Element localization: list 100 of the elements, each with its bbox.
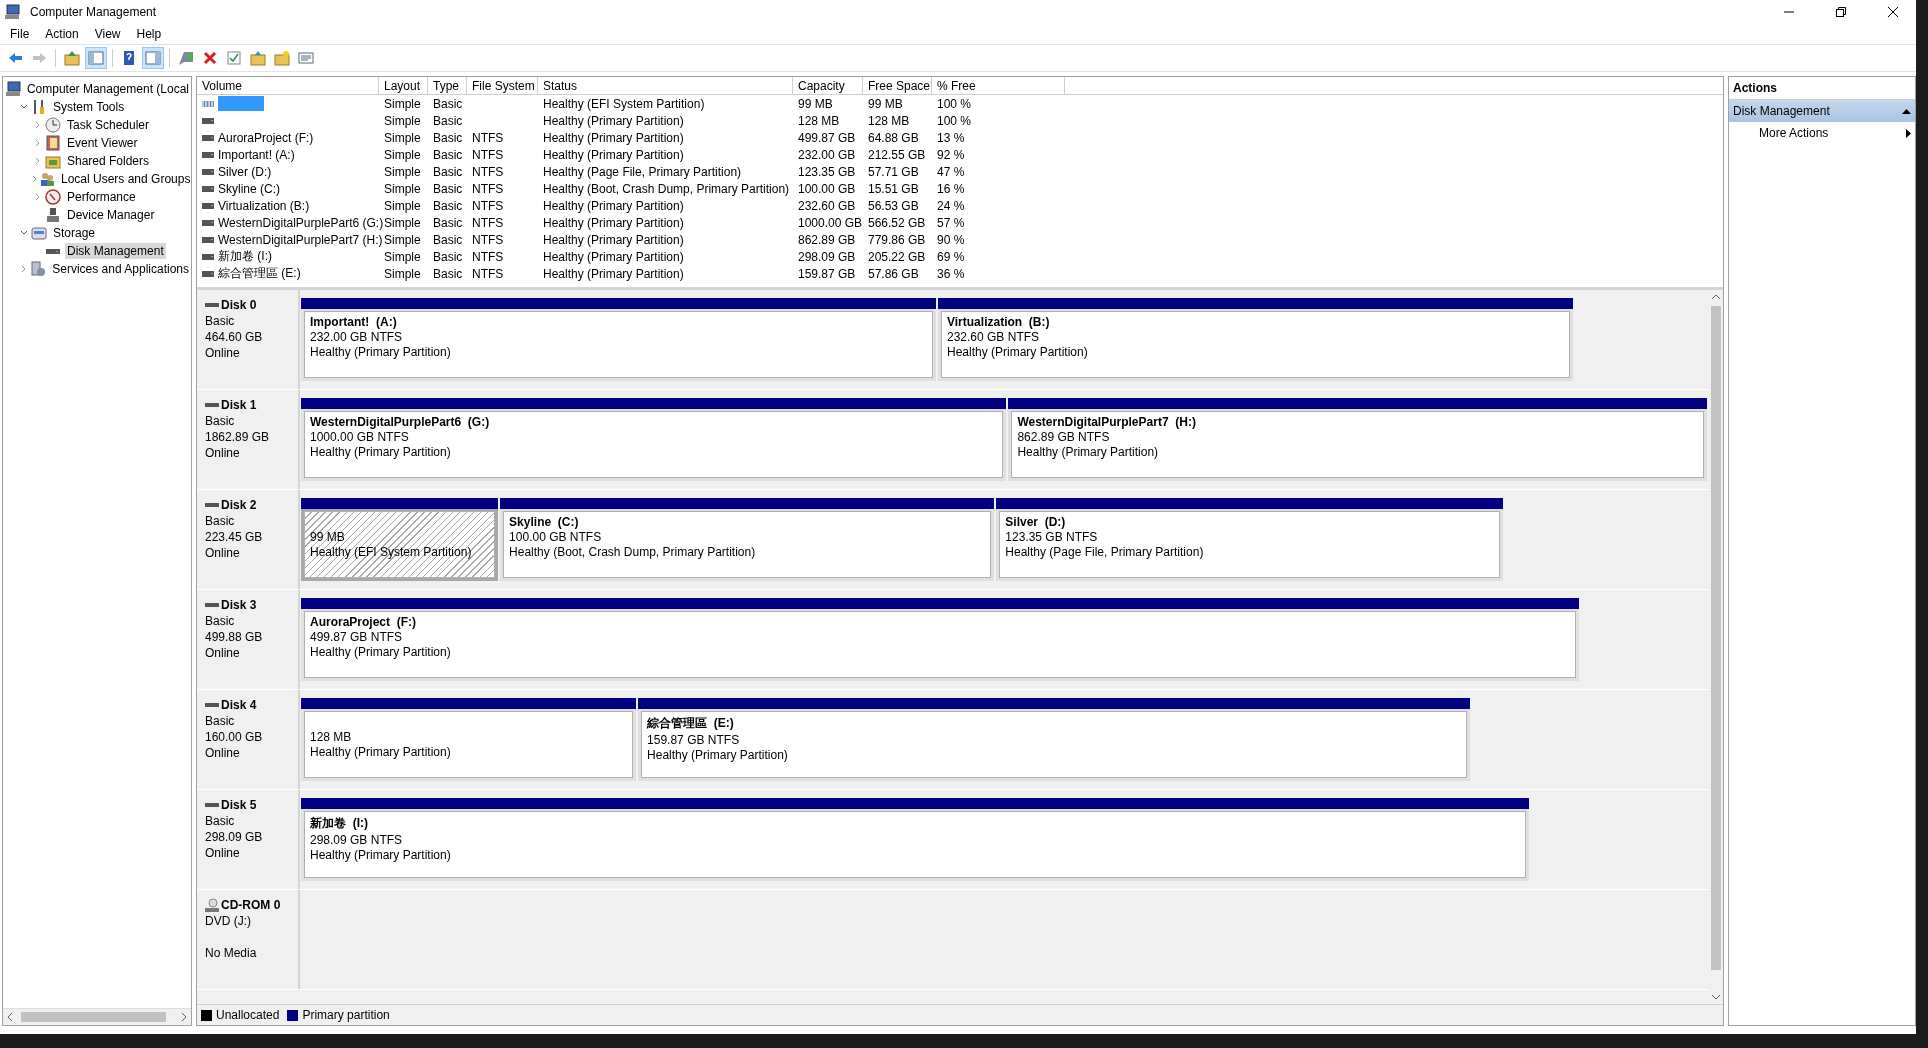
table-cell: NTFS [472, 164, 504, 179]
tree-item[interactable]: Task Scheduler [65, 117, 152, 133]
partition-size: 159.87 GB NTFS [647, 733, 741, 747]
tree-item[interactable]: Disk Management [65, 243, 166, 259]
tree-item[interactable]: Local Users and Groups [59, 171, 193, 187]
disk-size: 1862.89 GB [205, 430, 271, 444]
partition-block[interactable]: Skyline (C:) 100.00 GB NTFS Healthy (Boot, Crash Dump, Primary Partition) [500, 509, 995, 581]
legend-label: Primary partition [302, 1008, 390, 1022]
partition-block[interactable]: Virtualization (B:) 232.60 GB NTFS Healthy (Primary Partition) [938, 309, 1573, 381]
collapsed-chevron-icon[interactable] [34, 139, 42, 147]
partition-size: 232.00 GB NTFS [310, 330, 404, 344]
folder-up-icon [250, 50, 266, 66]
partition-block[interactable]: 綜合管理區 (E:) 159.87 GB NTFS Healthy (Primary Partition) [638, 709, 1471, 781]
disk-type: Basic [205, 314, 236, 328]
partition-block[interactable]: WesternDigitalPurplePart6 (G:) 1000.00 GB NTFS Healthy (Primary Partition) [301, 409, 1007, 481]
partition-block[interactable]: AuroraProject (F:) 499.87 GB NTFS Healthy (Primary Partition) [301, 609, 1580, 681]
tree-item[interactable]: System Tools [51, 99, 127, 115]
collapsed-chevron-icon[interactable] [34, 121, 42, 129]
table-cell: Basic [433, 113, 463, 128]
table-cell: 862.89 GB [798, 232, 856, 247]
disk-type: DVD (J:) [205, 914, 252, 928]
disk-name: Disk 4 [221, 698, 257, 712]
table-cell: 779.86 GB [868, 232, 926, 247]
table-cell: Healthy (Primary Partition) [543, 215, 684, 230]
partition-name: Virtualization (B:) [947, 315, 1050, 329]
expanded-chevron-icon[interactable] [20, 103, 28, 111]
tree-item[interactable]: Shared Folders [65, 153, 152, 169]
column-header[interactable]: Free Space [863, 77, 932, 95]
tree-item[interactable]: Services and Applications [50, 261, 191, 277]
actions-section[interactable]: Disk Management [1729, 100, 1915, 122]
table-cell: NTFS [472, 198, 504, 213]
partition-block[interactable]: Important! (A:) 232.00 GB NTFS Healthy (Primary Partition) [301, 309, 936, 381]
table-cell: Simple [384, 164, 421, 179]
column-header[interactable]: Type [428, 77, 467, 95]
partition-name: WesternDigitalPurplePart7 (H:) [1017, 415, 1196, 429]
menu-item[interactable]: Help [128, 25, 170, 43]
tree-item[interactable]: Performance [65, 189, 138, 205]
disk-name: Disk 2 [221, 498, 257, 512]
table-cell: 69 % [937, 249, 965, 264]
table-cell: 57.71 GB [868, 164, 919, 179]
partition-status: Healthy (Boot, Crash Dump, Primary Partition) [509, 545, 757, 559]
partition-block[interactable]: 新加卷 (I:) 298.09 GB NTFS Healthy (Primary Partition) [301, 809, 1529, 881]
collapse-arrow-icon [1902, 108, 1911, 114]
collapsed-chevron-icon[interactable] [34, 193, 42, 201]
disk-name: Disk 1 [221, 398, 257, 412]
expanded-chevron-icon[interactable] [20, 229, 28, 237]
disk-name: Disk 3 [221, 598, 257, 612]
scroll-up-icon[interactable] [1712, 294, 1720, 300]
collapsed-chevron-icon[interactable] [19, 265, 28, 273]
table-cell: 56.53 GB [868, 198, 919, 213]
services-icon [30, 261, 47, 277]
collapsed-chevron-icon[interactable] [31, 175, 39, 183]
computer-icon [4, 4, 20, 20]
table-cell: NTFS [472, 130, 504, 145]
tree-item[interactable]: Device Manager [65, 207, 157, 223]
partition-block[interactable]: 128 MB Healthy (Primary Partition) [301, 709, 637, 781]
column-header[interactable]: Capacity [793, 77, 863, 95]
partition-size: 123.35 GB NTFS [1005, 530, 1099, 544]
partition-block[interactable]: 99 MB Healthy (EFI System Partition) [301, 509, 499, 581]
disk-type: Basic [205, 514, 236, 528]
column-header[interactable]: Layout [379, 77, 428, 95]
partition-block[interactable]: WesternDigitalPurplePart7 (H:) 862.89 GB NTFS Healthy (Primary Partition) [1008, 409, 1707, 481]
menu-item[interactable]: Action [37, 25, 87, 43]
restore-icon [1836, 7, 1846, 17]
disk-name: Disk 0 [221, 298, 257, 312]
tree-pane-button[interactable] [85, 47, 107, 69]
action-item[interactable]: More Actions [1729, 122, 1915, 144]
connect-icon [178, 50, 194, 66]
tree-item[interactable]: Computer Management (Local [24, 81, 191, 97]
column-header[interactable]: % Free [932, 77, 1065, 95]
column-header[interactable]: File System [467, 77, 538, 95]
table-cell: 128 MB [798, 113, 840, 128]
table-cell: 298.09 GB [798, 249, 856, 264]
partition-size: 99 MB [310, 530, 346, 544]
table-cell: 64.88 GB [868, 130, 919, 145]
disk-status: Online [205, 446, 241, 460]
table-cell: Healthy (Primary Partition) [543, 232, 684, 247]
scroll-left-icon[interactable] [7, 1013, 13, 1021]
scroll-right-icon[interactable] [181, 1013, 187, 1021]
partition-block[interactable]: Silver (D:) 123.35 GB NTFS Healthy (Page File, Primary Partition) [996, 509, 1504, 581]
horizontal-scrollbar[interactable] [3, 1008, 191, 1025]
table-cell: 212.55 GB [868, 147, 926, 162]
collapsed-chevron-icon[interactable] [34, 157, 42, 165]
storage-icon [31, 225, 47, 241]
table-cell: Simple [384, 130, 421, 145]
menu-item[interactable]: File [2, 25, 38, 43]
partition-status: Healthy (Primary Partition) [310, 645, 452, 659]
drive-icon [202, 117, 214, 124]
scroll-down-icon[interactable] [1712, 994, 1720, 1000]
shared-folder-icon [45, 153, 61, 169]
column-header[interactable]: Volume [197, 77, 379, 95]
table-cell: 57 % [937, 215, 965, 230]
column-header[interactable]: Status [538, 77, 793, 95]
partition-status: Healthy (Primary Partition) [310, 445, 452, 459]
table-cell: 232.00 GB [798, 147, 856, 162]
menu-item[interactable]: View [86, 25, 129, 43]
disk-size: 160.00 GB [205, 730, 264, 744]
table-cell: Basic [433, 249, 463, 264]
tree-item[interactable]: Storage [51, 225, 98, 241]
tree-item[interactable]: Event Viewer [65, 135, 140, 151]
